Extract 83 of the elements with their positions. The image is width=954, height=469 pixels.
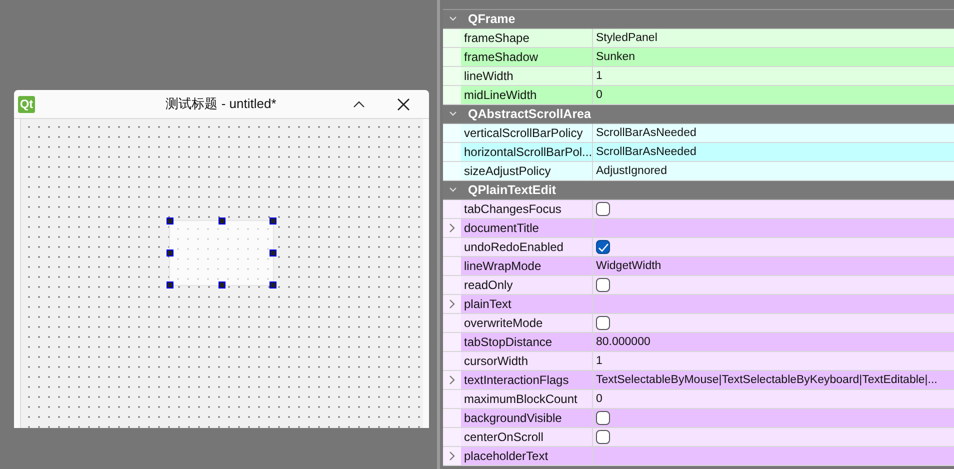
resize-handle[interactable] <box>270 282 276 288</box>
property-value[interactable]: ScrollBarAsNeeded <box>593 124 954 142</box>
property-name: readOnly <box>461 276 593 294</box>
property-row[interactable]: maximumBlockCount 0 <box>443 390 954 409</box>
property-name: midLineWidth <box>461 86 593 104</box>
property-name: placeholderText <box>461 447 593 465</box>
property-name: centerOnScroll <box>461 428 593 446</box>
property-name: tabStopDistance <box>461 333 593 351</box>
property-row[interactable]: verticalScrollBarPolicy ScrollBarAsNeeded <box>443 124 954 143</box>
property-row[interactable]: frameShadow Sunken <box>443 48 954 67</box>
property-value[interactable]: 80.000000 <box>593 333 954 351</box>
property-value[interactable]: 0 <box>593 390 954 408</box>
property-name: horizontalScrollBarPol... <box>461 143 593 161</box>
value-cell[interactable] <box>593 238 954 256</box>
property-row[interactable]: plainText <box>443 295 954 314</box>
resize-handle[interactable] <box>218 282 225 288</box>
property-value[interactable]: WidgetWidth <box>593 257 954 275</box>
property-row[interactable]: textInteractionFlags TextSelectableByMouse|TextSelectableByKeyboard|TextEditable|... <box>443 371 954 390</box>
value-cell[interactable] <box>593 428 954 446</box>
property-name: overwriteMode <box>461 314 593 332</box>
property-row[interactable]: readOnly <box>443 276 954 295</box>
resize-handle[interactable] <box>166 282 174 288</box>
property-value[interactable]: ScrollBarAsNeeded <box>593 143 954 161</box>
close-icon <box>396 98 410 110</box>
value-cell[interactable] <box>593 314 954 332</box>
value-cell[interactable] <box>593 200 954 218</box>
property-row[interactable]: horizontalScrollBarPol... ScrollBarAsNeeded <box>443 143 954 162</box>
property-row[interactable]: placeholderText <box>443 447 954 466</box>
checkbox[interactable] <box>596 411 610 425</box>
checkbox[interactable] <box>596 430 610 444</box>
section-title: QPlainTextEdit <box>468 183 556 197</box>
caret-up-icon <box>353 100 365 108</box>
property-name: lineWrapMode <box>461 257 593 275</box>
property-row[interactable]: frameShape StyledPanel <box>443 29 954 48</box>
resize-handle[interactable] <box>270 250 276 256</box>
property-value[interactable]: TextSelectableByMouse|TextSelectableByKeyboard|TextEditable|... <box>593 371 954 389</box>
property-name: sizeAdjustPolicy <box>461 162 593 180</box>
property-row[interactable]: lineWidth 1 <box>443 67 954 86</box>
property-name: frameShape <box>461 29 593 47</box>
property-name: verticalScrollBarPolicy <box>461 124 593 142</box>
checkbox[interactable] <box>596 278 610 292</box>
property-row[interactable]: tabStopDistance 80.000000 <box>443 333 954 352</box>
property-value[interactable]: 1 <box>593 67 954 85</box>
resize-handle[interactable] <box>166 218 174 224</box>
property-row[interactable]: tabChangesFocus <box>443 200 954 219</box>
property-name: textInteractionFlags <box>461 371 593 389</box>
section-title: QFrame <box>468 12 516 26</box>
property-name: plainText <box>461 295 593 313</box>
property-row[interactable]: lineWrapMode WidgetWidth <box>443 257 954 276</box>
checkbox[interactable] <box>596 316 610 330</box>
property-value[interactable]: Sunken <box>593 48 954 66</box>
checkbox[interactable] <box>596 240 610 254</box>
value-cell[interactable] <box>593 409 954 427</box>
text-edit-widget[interactable] <box>169 220 274 286</box>
value-cell[interactable] <box>593 276 954 294</box>
property-row[interactable]: midLineWidth 0 <box>443 86 954 105</box>
property-name: undoRedoEnabled <box>461 238 593 256</box>
property-row[interactable]: sizeAdjustPolicy AdjustIgnored <box>443 162 954 181</box>
property-name: backgroundVisible <box>461 409 593 427</box>
qt-logo: Qt <box>18 96 35 112</box>
property-name: maximumBlockCount <box>461 390 593 408</box>
property-row[interactable]: backgroundVisible <box>443 409 954 428</box>
resize-handle[interactable] <box>270 218 276 224</box>
property-row[interactable]: centerOnScroll <box>443 428 954 447</box>
property-row[interactable]: documentTitle <box>443 219 954 238</box>
property-name: frameShadow <box>461 48 593 66</box>
check-icon <box>598 242 608 252</box>
property-value[interactable]: AdjustIgnored <box>593 162 954 180</box>
property-value[interactable]: 1 <box>593 352 954 370</box>
property-value[interactable]: 0 <box>593 86 954 104</box>
checkbox[interactable] <box>596 202 610 216</box>
property-name: tabChangesFocus <box>461 200 593 218</box>
window-title: 测试标题 - untitled* <box>164 95 278 113</box>
property-name: cursorWidth <box>461 352 593 370</box>
property-name: lineWidth <box>461 67 593 85</box>
property-name: documentTitle <box>461 219 593 237</box>
property-row[interactable]: overwriteMode <box>443 314 954 333</box>
property-row[interactable]: cursorWidth 1 <box>443 352 954 371</box>
resize-handle[interactable] <box>166 250 174 256</box>
property-value[interactable]: StyledPanel <box>593 29 954 47</box>
resize-handle[interactable] <box>218 218 225 224</box>
section-title: QAbstractScrollArea <box>468 107 591 121</box>
property-row[interactable]: undoRedoEnabled <box>443 238 954 257</box>
